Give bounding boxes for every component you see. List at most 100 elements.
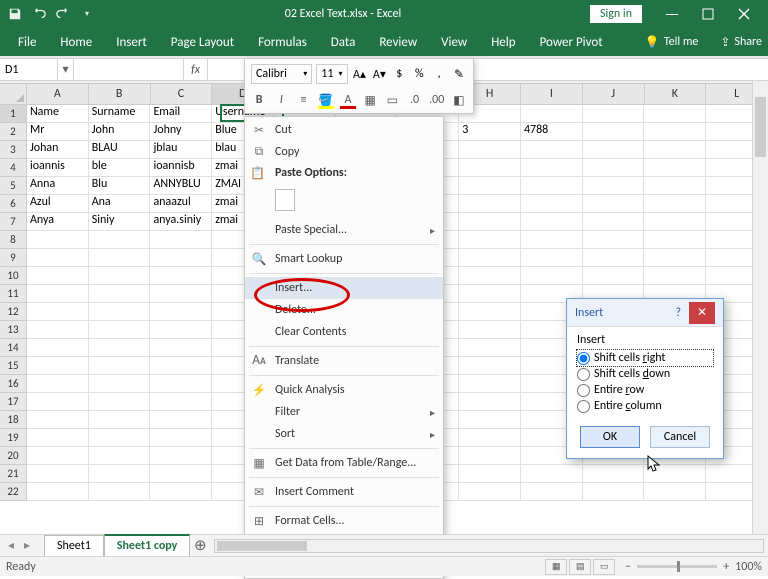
cell[interactable] bbox=[644, 159, 706, 177]
tell-me-button[interactable]: Tell me bbox=[664, 35, 699, 49]
cell[interactable] bbox=[459, 159, 521, 177]
cell[interactable]: 4788 bbox=[521, 123, 583, 141]
select-all-corner[interactable] bbox=[0, 84, 27, 104]
row-header[interactable]: 2 bbox=[0, 123, 27, 141]
cell[interactable]: 3 bbox=[459, 123, 521, 141]
col-header[interactable]: B bbox=[89, 84, 151, 104]
cell[interactable] bbox=[583, 267, 645, 285]
cell[interactable] bbox=[583, 249, 645, 267]
cell[interactable] bbox=[644, 267, 706, 285]
cell[interactable] bbox=[89, 483, 151, 501]
cell[interactable]: anaazul bbox=[150, 195, 212, 213]
layout-view-icon[interactable]: ▤ bbox=[569, 559, 591, 575]
tab-power-pivot[interactable]: Power Pivot bbox=[528, 28, 615, 56]
row-header[interactable]: 5 bbox=[0, 177, 27, 195]
cell[interactable]: BLAU bbox=[89, 141, 151, 159]
percent-format-icon[interactable]: % bbox=[411, 65, 427, 83]
cell[interactable] bbox=[644, 483, 706, 501]
cell[interactable] bbox=[583, 231, 645, 249]
row-header[interactable]: 6 bbox=[0, 195, 27, 213]
cell[interactable] bbox=[583, 483, 645, 501]
accounting-format-icon[interactable]: $ bbox=[391, 65, 407, 83]
cell[interactable] bbox=[89, 339, 151, 357]
namebox-dropdown-icon[interactable]: ▾ bbox=[58, 59, 74, 80]
cell[interactable] bbox=[459, 285, 521, 303]
cell[interactable] bbox=[150, 375, 212, 393]
cond-format-icon[interactable]: ◧ bbox=[451, 91, 467, 109]
cell[interactable] bbox=[150, 393, 212, 411]
ctx-format-cells[interactable]: ⊞Format Cells... bbox=[245, 510, 443, 532]
cell[interactable] bbox=[89, 321, 151, 339]
decrease-font-icon[interactable]: A▾ bbox=[371, 65, 387, 83]
cell[interactable]: Johan bbox=[27, 141, 89, 159]
radio-entire-column[interactable]: Entire column bbox=[577, 398, 713, 414]
borders-icon[interactable]: ▦ bbox=[362, 91, 378, 109]
cell[interactable] bbox=[89, 357, 151, 375]
row-header[interactable]: 7 bbox=[0, 213, 27, 231]
cell[interactable] bbox=[27, 303, 89, 321]
minimize-button[interactable] bbox=[654, 0, 690, 28]
row-header[interactable]: 19 bbox=[0, 429, 27, 447]
ctx-quick-analysis[interactable]: ⚡Quick Analysis bbox=[245, 379, 443, 401]
cell[interactable] bbox=[27, 393, 89, 411]
row-header[interactable]: 18 bbox=[0, 411, 27, 429]
ctx-insert[interactable]: Insert... bbox=[245, 277, 443, 299]
row-header[interactable]: 9 bbox=[0, 249, 27, 267]
cell[interactable] bbox=[27, 357, 89, 375]
undo-icon[interactable] bbox=[30, 5, 48, 23]
row-header[interactable]: 22 bbox=[0, 483, 27, 501]
maximize-button[interactable] bbox=[690, 0, 726, 28]
cell[interactable]: Blu bbox=[89, 177, 151, 195]
cell[interactable] bbox=[89, 429, 151, 447]
cell[interactable] bbox=[89, 303, 151, 321]
add-sheet-button[interactable]: ⊕ bbox=[190, 536, 210, 555]
cell[interactable]: Mr bbox=[27, 123, 89, 141]
cell[interactable]: ioannisb bbox=[150, 159, 212, 177]
ctx-get-data[interactable]: ▦Get Data from Table/Range... bbox=[245, 452, 443, 474]
cell[interactable] bbox=[27, 321, 89, 339]
save-icon[interactable] bbox=[6, 5, 24, 23]
cell[interactable] bbox=[459, 231, 521, 249]
cell[interactable] bbox=[150, 411, 212, 429]
cell[interactable]: jblau bbox=[150, 141, 212, 159]
tab-home[interactable]: Home bbox=[48, 28, 104, 56]
cell[interactable] bbox=[459, 375, 521, 393]
cell[interactable] bbox=[459, 483, 521, 501]
ctx-sort[interactable]: Sort bbox=[245, 423, 443, 445]
cell[interactable] bbox=[27, 339, 89, 357]
cell[interactable] bbox=[459, 393, 521, 411]
col-header[interactable]: J bbox=[583, 84, 645, 104]
cell[interactable]: Anna bbox=[27, 177, 89, 195]
cell[interactable] bbox=[583, 123, 645, 141]
row-header[interactable]: 21 bbox=[0, 465, 27, 483]
vertical-scrollbar[interactable] bbox=[752, 81, 768, 534]
font-name-combo[interactable]: Calibri▾ bbox=[251, 64, 312, 84]
col-header[interactable]: C bbox=[151, 84, 213, 104]
horizontal-scrollbar[interactable] bbox=[214, 539, 764, 553]
font-size-combo[interactable]: 11▾ bbox=[316, 64, 347, 84]
cell[interactable]: ioannis bbox=[27, 159, 89, 177]
cell[interactable] bbox=[150, 465, 212, 483]
sheet-tab[interactable]: Sheet1 bbox=[44, 535, 104, 556]
cell[interactable] bbox=[27, 447, 89, 465]
row-header[interactable]: 1 bbox=[0, 105, 27, 123]
cell[interactable] bbox=[583, 465, 645, 483]
zoom-slider[interactable] bbox=[637, 565, 717, 568]
cell[interactable] bbox=[521, 465, 583, 483]
cell[interactable] bbox=[521, 231, 583, 249]
row-header[interactable]: 13 bbox=[0, 321, 27, 339]
col-header[interactable]: I bbox=[521, 84, 583, 104]
tab-view[interactable]: View bbox=[429, 28, 479, 56]
tab-file[interactable]: File bbox=[6, 28, 48, 56]
cell[interactable] bbox=[644, 105, 706, 123]
cell[interactable]: Siniy bbox=[89, 213, 151, 231]
close-button[interactable] bbox=[726, 0, 762, 28]
ctx-filter[interactable]: Filter bbox=[245, 401, 443, 423]
cell[interactable]: Ana bbox=[89, 195, 151, 213]
qat-dropdown-icon[interactable]: ▾ bbox=[78, 5, 96, 23]
cell[interactable] bbox=[150, 429, 212, 447]
cell[interactable] bbox=[150, 447, 212, 465]
row-header[interactable]: 11 bbox=[0, 285, 27, 303]
radio-shift-cells-down[interactable]: Shift cells down bbox=[577, 366, 713, 382]
ok-button[interactable]: OK bbox=[580, 426, 640, 448]
